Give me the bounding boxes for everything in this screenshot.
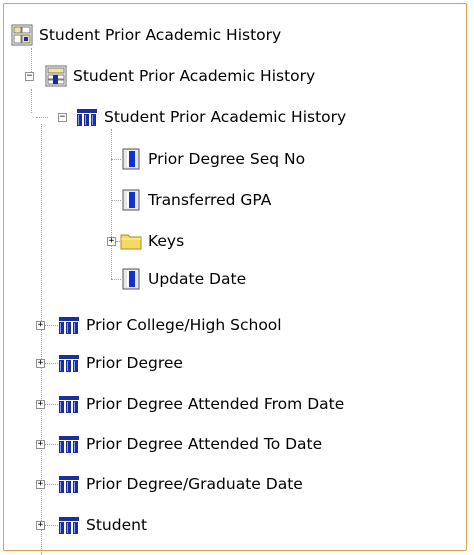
tree-node-level1[interactable]: Student Prior Academic History <box>45 65 315 87</box>
tree-node-label: Prior Degree Seq No <box>148 150 306 168</box>
tree-node-folder[interactable]: Keys <box>120 230 184 252</box>
tree-node-root[interactable]: Student Prior Academic History <box>11 24 281 46</box>
expand-toggle[interactable]: + <box>107 237 116 246</box>
cube-icon <box>11 24 33 46</box>
tree-line <box>45 444 58 445</box>
expand-toggle[interactable]: + <box>36 440 45 449</box>
cube-icon <box>45 65 67 87</box>
dimension-icon <box>58 314 80 336</box>
tree-node-dimension[interactable]: Prior Degree Attended To Date <box>58 433 322 455</box>
tree-node-label: Student Prior Academic History <box>104 108 347 126</box>
dimension-icon <box>58 352 80 374</box>
tree-line <box>36 117 48 118</box>
tree-line <box>41 124 42 555</box>
tree-node-label: Student <box>86 516 148 534</box>
tree-node-dimension[interactable]: Prior Degree/Graduate Date <box>58 473 303 495</box>
collapse-toggle[interactable]: − <box>58 113 67 122</box>
tree-line <box>31 48 32 72</box>
tree-line <box>31 89 32 113</box>
tree-node-dimension[interactable]: Student <box>58 514 147 536</box>
expand-toggle[interactable]: + <box>36 480 45 489</box>
tree-line <box>45 404 58 405</box>
tree-node-dimension[interactable]: Student Prior Academic History <box>76 106 346 128</box>
tree-panel: − − + + + + + + + Student Prior Academic… <box>3 3 467 555</box>
tree-node-dimension[interactable]: Prior College/High School <box>58 314 282 336</box>
attribute-icon <box>120 189 142 211</box>
dimension-icon <box>76 106 98 128</box>
dimension-icon <box>58 514 80 536</box>
tree-node-label: Prior Degree <box>86 354 183 372</box>
tree-node-label: Student Prior Academic History <box>73 67 316 85</box>
tree-node-dimension[interactable]: Prior Degree <box>58 352 183 374</box>
expand-toggle[interactable]: + <box>36 359 45 368</box>
dimension-icon <box>58 393 80 415</box>
collapse-toggle[interactable]: − <box>25 72 34 81</box>
tree-node-attribute[interactable]: Transferred GPA <box>120 189 271 211</box>
tree-node-label: Update Date <box>148 270 247 288</box>
folder-icon <box>120 230 142 252</box>
tree-node-attribute[interactable]: Update Date <box>120 268 246 290</box>
attribute-icon <box>120 148 142 170</box>
dimension-icon <box>58 473 80 495</box>
expand-toggle[interactable]: + <box>36 521 45 530</box>
dimension-icon <box>58 433 80 455</box>
tree-line <box>45 525 58 526</box>
tree-line <box>111 129 112 279</box>
tree-node-dimension[interactable]: Prior Degree Attended From Date <box>58 393 344 415</box>
tree-node-label: Student Prior Academic History <box>39 26 282 44</box>
tree-node-label: Prior Degree/Graduate Date <box>86 475 303 493</box>
tree-line <box>45 484 58 485</box>
tree-line <box>45 325 58 326</box>
expand-toggle[interactable]: + <box>36 321 45 330</box>
tree-line <box>45 363 58 364</box>
tree-node-label: Keys <box>148 232 185 250</box>
tree-node-attribute[interactable]: Prior Degree Seq No <box>120 148 305 170</box>
expand-toggle[interactable]: + <box>36 400 45 409</box>
tree-node-label: Prior Degree Attended From Date <box>86 395 345 413</box>
tree-node-label: Prior Degree Attended To Date <box>86 435 323 453</box>
tree-node-label: Prior College/High School <box>86 316 282 334</box>
tree-node-label: Transferred GPA <box>148 191 272 209</box>
attribute-icon <box>120 268 142 290</box>
